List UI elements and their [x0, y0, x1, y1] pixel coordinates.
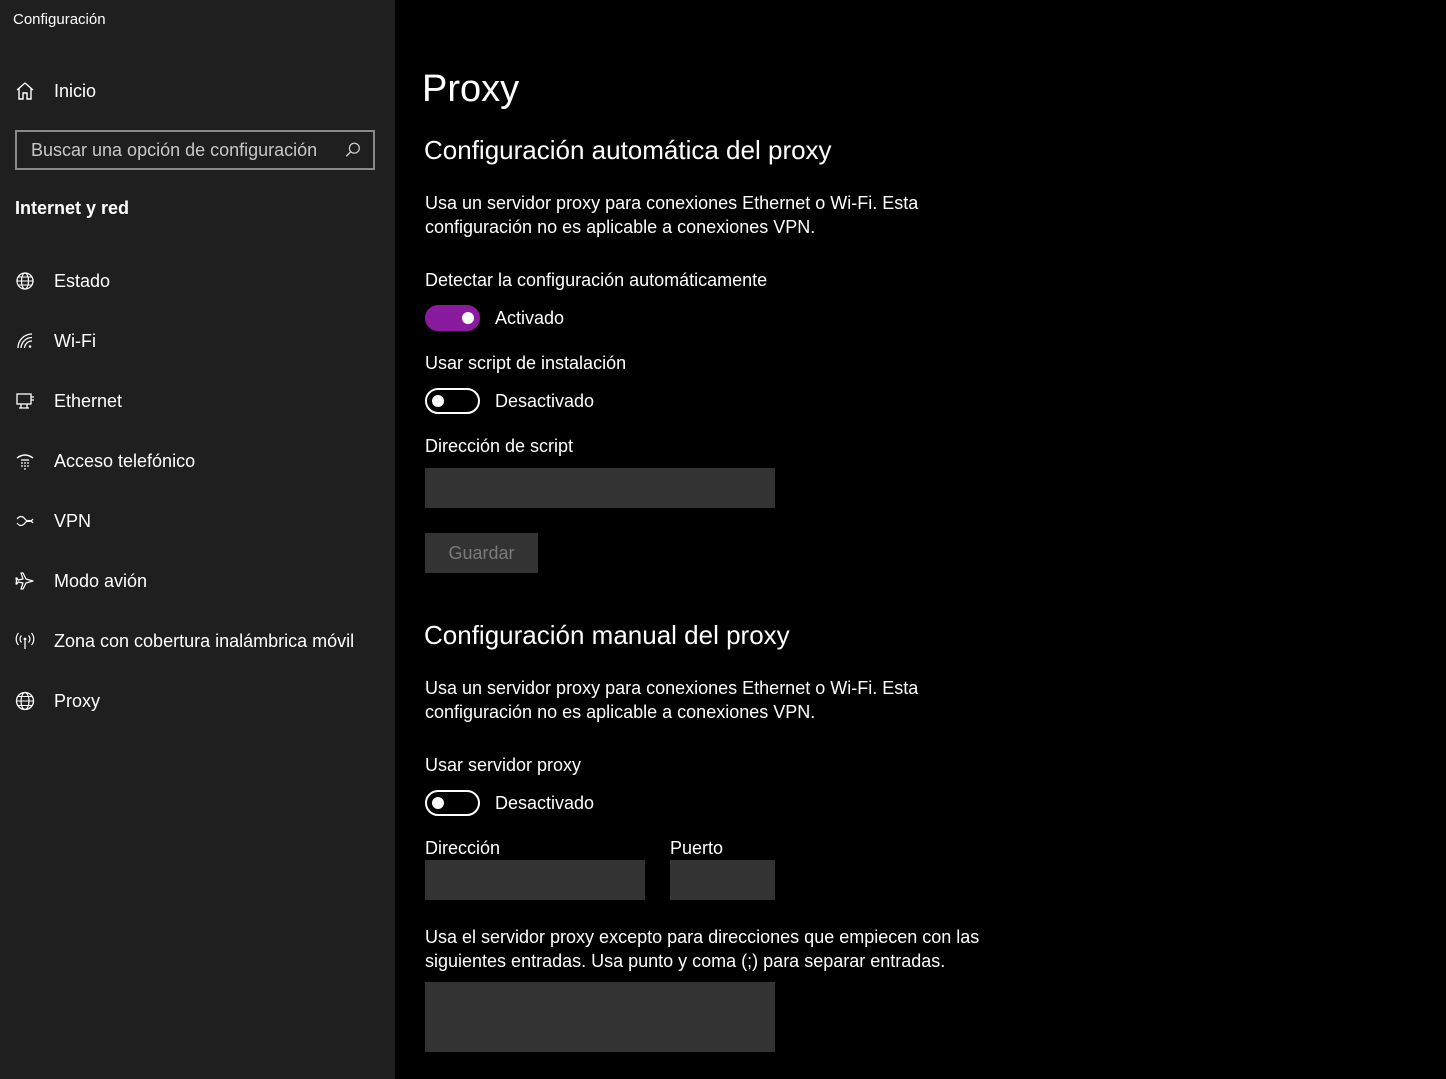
- globe-status-icon: [13, 269, 37, 293]
- manual-proxy-description: Usa un servidor proxy para conexiones Et…: [425, 678, 919, 722]
- setup-script-state: Desactivado: [495, 390, 595, 411]
- main-content: Proxy Configuración automática del proxy…: [395, 0, 1446, 1079]
- search-input[interactable]: [17, 131, 343, 169]
- port-input[interactable]: [670, 860, 775, 900]
- dialup-icon: [13, 449, 37, 473]
- home-icon: [13, 79, 37, 103]
- globe-icon: [13, 689, 37, 713]
- vpn-icon: [13, 509, 37, 533]
- auto-proxy-description: Usa un servidor proxy para conexiones Et…: [425, 193, 919, 237]
- sidebar-item-label: Proxy: [54, 690, 101, 711]
- use-proxy-row: Desactivado: [425, 790, 594, 816]
- detect-settings-label: Detectar la configuración automáticament…: [425, 270, 768, 290]
- section-title: Internet y red: [15, 198, 130, 218]
- sidebar-item-zona-cobertura[interactable]: Zona con cobertura inalámbrica móvil: [0, 619, 395, 663]
- sidebar-item-home[interactable]: Inicio: [0, 69, 395, 113]
- ethernet-icon: [13, 389, 37, 413]
- sidebar-item-label: Inicio: [54, 80, 97, 101]
- setup-script-toggle[interactable]: [425, 388, 480, 414]
- wifi-icon: [13, 329, 37, 353]
- hotspot-icon: [13, 629, 37, 653]
- sidebar: Configuración Inicio Internet y red Esta…: [0, 0, 395, 1079]
- script-address-input[interactable]: [425, 468, 775, 508]
- sidebar-item-ethernet[interactable]: Ethernet: [0, 379, 395, 423]
- address-label: Dirección: [425, 838, 501, 858]
- use-proxy-toggle[interactable]: [425, 790, 480, 816]
- toggle-knob: [462, 312, 474, 324]
- sidebar-item-proxy[interactable]: Proxy: [0, 679, 395, 723]
- exceptions-input[interactable]: [425, 982, 775, 1052]
- detect-settings-state: Activado: [495, 307, 565, 328]
- airplane-icon: [13, 569, 37, 593]
- script-address-label: Dirección de script: [425, 436, 574, 456]
- app-title: Configuración: [13, 11, 106, 28]
- sidebar-item-modo-avion[interactable]: Modo avión: [0, 559, 395, 603]
- exceptions-description: Usa el servidor proxy excepto para direc…: [425, 927, 980, 971]
- toggle-knob: [432, 797, 444, 809]
- sidebar-item-label: Estado: [54, 270, 111, 291]
- use-proxy-state: Desactivado: [495, 792, 595, 813]
- save-button[interactable]: Guardar: [425, 533, 538, 573]
- manual-proxy-heading: Configuración manual del proxy: [424, 620, 790, 650]
- toggle-knob: [432, 395, 444, 407]
- search-box[interactable]: [15, 130, 375, 170]
- sidebar-item-label: Modo avión: [54, 570, 148, 591]
- sidebar-item-acceso-telefonico[interactable]: Acceso telefónico: [0, 439, 395, 483]
- detect-settings-row: Activado: [425, 305, 564, 331]
- port-label: Puerto: [670, 838, 724, 858]
- sidebar-item-label: VPN: [54, 510, 92, 531]
- search-icon[interactable]: [343, 140, 363, 160]
- sidebar-item-label: Ethernet: [54, 390, 123, 411]
- auto-proxy-heading: Configuración automática del proxy: [424, 135, 832, 165]
- use-proxy-label: Usar servidor proxy: [425, 755, 582, 775]
- sidebar-item-label: Zona con cobertura inalámbrica móvil: [54, 630, 355, 651]
- setup-script-label: Usar script de instalación: [425, 353, 627, 373]
- sidebar-item-vpn[interactable]: VPN: [0, 499, 395, 543]
- sidebar-item-estado[interactable]: Estado: [0, 259, 395, 303]
- page-title: Proxy: [422, 68, 520, 110]
- sidebar-item-label: Wi-Fi: [54, 330, 96, 351]
- detect-settings-toggle[interactable]: [425, 305, 480, 331]
- sidebar-item-label: Acceso telefónico: [54, 450, 196, 471]
- setup-script-row: Desactivado: [425, 388, 594, 414]
- sidebar-item-wifi[interactable]: Wi-Fi: [0, 319, 395, 363]
- settings-window: Configuración Inicio Internet y red Esta…: [0, 0, 1446, 1079]
- address-input[interactable]: [425, 860, 645, 900]
